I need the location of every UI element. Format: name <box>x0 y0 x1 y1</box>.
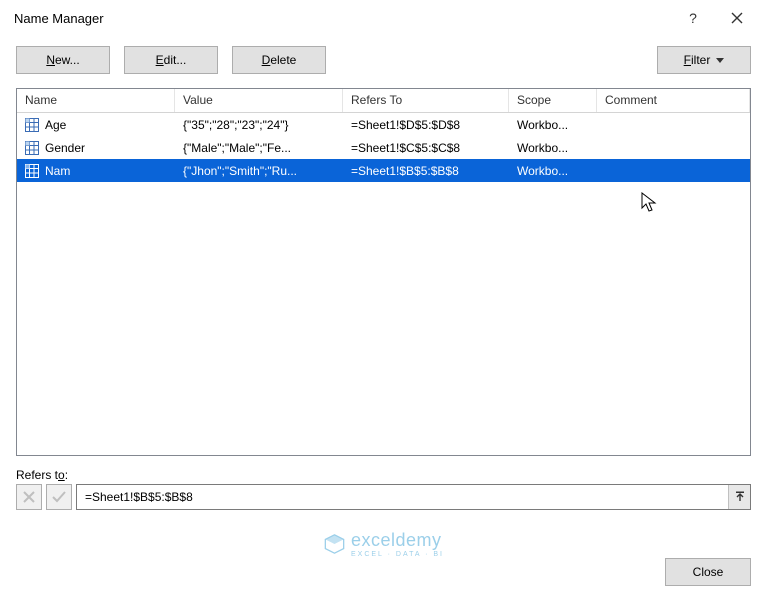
edit-button[interactable]: Edit... <box>124 46 218 74</box>
column-header-name[interactable]: Name <box>17 89 175 112</box>
collapse-dialog-button[interactable] <box>728 485 750 509</box>
window-title: Name Manager <box>14 11 671 26</box>
refers-to-input-wrap <box>76 484 751 510</box>
logo-icon <box>323 533 345 555</box>
filter-button[interactable]: Filter <box>657 46 751 74</box>
close-button[interactable]: Close <box>665 558 751 586</box>
check-icon <box>52 491 66 503</box>
refers-to-row <box>16 484 751 510</box>
commit-refers-button[interactable] <box>46 484 72 510</box>
list-body[interactable]: Age {"35";"28";"23";"24"}=Sheet1!$D$5:$D$… <box>17 113 750 455</box>
row-value: {"35";"28";"23";"24"} <box>175 118 343 132</box>
dialog-footer: Close <box>665 558 751 586</box>
new-button[interactable]: New... <box>16 46 110 74</box>
close-window-button[interactable] <box>715 3 759 33</box>
title-bar: Name Manager ? <box>0 0 767 36</box>
refers-to-input[interactable] <box>77 485 728 509</box>
row-refers: =Sheet1!$B$5:$B$8 <box>343 164 509 178</box>
table-row[interactable]: Nam {"Jhon";"Smith";"Ru...=Sheet1!$B$5:$B… <box>17 159 750 182</box>
row-refers: =Sheet1!$D$5:$D$8 <box>343 118 509 132</box>
row-name: Nam <box>45 164 70 178</box>
watermark: exceldemy EXCEL · DATA · BI <box>323 530 444 558</box>
column-header-refers[interactable]: Refers To <box>343 89 509 112</box>
delete-button[interactable]: Delete <box>232 46 326 74</box>
names-list: Name Value Refers To Scope Comment Age {"… <box>16 88 751 456</box>
defined-name-icon <box>25 164 39 178</box>
list-header[interactable]: Name Value Refers To Scope Comment <box>17 89 750 113</box>
toolbar: New... Edit... Delete Filter <box>0 36 767 88</box>
column-header-comment[interactable]: Comment <box>597 89 750 112</box>
close-icon <box>731 12 743 24</box>
row-name: Age <box>45 118 66 132</box>
column-header-value[interactable]: Value <box>175 89 343 112</box>
refers-to-label: Refers to: <box>16 468 751 482</box>
row-name: Gender <box>45 141 85 155</box>
row-value: {"Jhon";"Smith";"Ru... <box>175 164 343 178</box>
row-scope: Workbo... <box>509 164 597 178</box>
cancel-refers-button[interactable] <box>16 484 42 510</box>
row-value: {"Male";"Male";"Fe... <box>175 141 343 155</box>
defined-name-icon <box>25 141 39 155</box>
defined-name-icon <box>25 118 39 132</box>
chevron-down-icon <box>716 58 724 63</box>
column-header-scope[interactable]: Scope <box>509 89 597 112</box>
table-row[interactable]: Gender {"Male";"Male";"Fe...=Sheet1!$C$5:… <box>17 136 750 159</box>
help-button[interactable]: ? <box>671 3 715 33</box>
collapse-icon <box>734 491 746 503</box>
table-row[interactable]: Age {"35";"28";"23";"24"}=Sheet1!$D$5:$D$… <box>17 113 750 136</box>
row-scope: Workbo... <box>509 141 597 155</box>
x-icon <box>23 491 35 503</box>
row-scope: Workbo... <box>509 118 597 132</box>
row-refers: =Sheet1!$C$5:$C$8 <box>343 141 509 155</box>
